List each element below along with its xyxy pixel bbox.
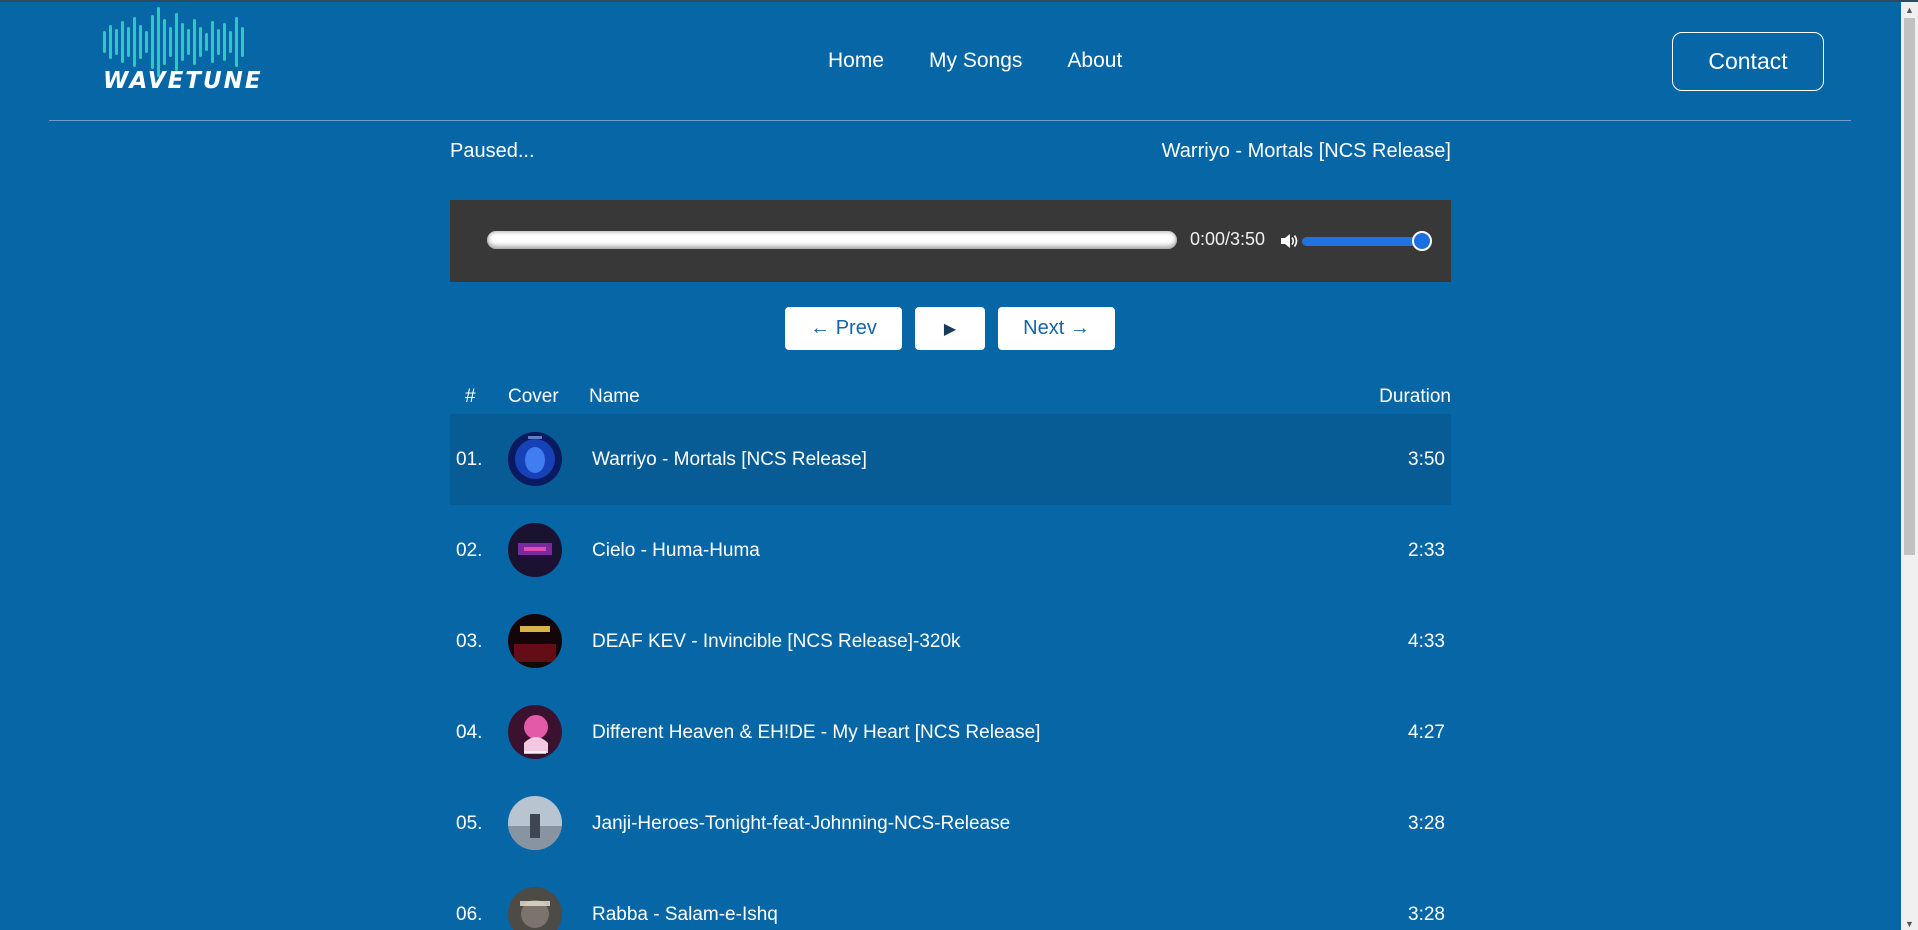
table-header: # Cover Name Duration: [450, 382, 1451, 414]
nav-my-songs[interactable]: My Songs: [929, 49, 1022, 73]
album-cover[interactable]: [508, 796, 562, 850]
playback-controls: ← Prev ▶ Next →: [785, 307, 1115, 350]
song-table: # Cover Name Duration 01. Warriyo - Mort…: [450, 382, 1451, 930]
play-button[interactable]: ▶: [915, 307, 985, 350]
scroll-thumb[interactable]: [1904, 18, 1915, 555]
album-cover[interactable]: [508, 432, 562, 486]
brand-name: WAVETUNE: [103, 68, 263, 94]
time-display: 0:00/3:50: [1190, 229, 1266, 249]
audio-player: 0:00/3:50: [450, 200, 1451, 282]
song-duration: 3:28: [1408, 904, 1445, 925]
next-button[interactable]: Next →: [998, 307, 1115, 350]
song-duration: 3:28: [1408, 813, 1445, 834]
speaker-icon[interactable]: [1278, 231, 1300, 251]
progress-bar[interactable]: [487, 231, 1177, 249]
table-row[interactable]: 01. Warriyo - Mortals [NCS Release] 3:50: [450, 414, 1451, 505]
song-duration: 4:33: [1408, 631, 1445, 652]
col-header-name: Name: [589, 386, 640, 407]
album-cover[interactable]: [508, 887, 562, 930]
row-number: 06.: [456, 904, 483, 925]
main-nav: Home My Songs About: [828, 49, 1122, 73]
song-name: Different Heaven & EH!DE - My Heart [NCS…: [592, 722, 1041, 743]
nav-home[interactable]: Home: [828, 49, 884, 73]
col-header-number: #: [465, 386, 476, 407]
song-name: DEAF KEV - Invincible [NCS Release]-320k: [592, 631, 961, 652]
page-scrollbar[interactable]: ▲ ▼: [1901, 2, 1918, 930]
site-header: WAVETUNE Home My Songs About Contact: [49, 2, 1851, 121]
volume-slider[interactable]: [1302, 237, 1420, 246]
row-number: 05.: [456, 813, 483, 834]
album-cover[interactable]: [508, 705, 562, 759]
player-status: Paused...: [450, 140, 535, 162]
song-name: Cielo - Huma-Huma: [592, 540, 760, 561]
arrow-down-icon[interactable]: ▼: [1901, 916, 1918, 930]
table-row[interactable]: 04. Different Heaven & EH!DE - My Heart …: [450, 687, 1451, 778]
song-duration: 2:33: [1408, 540, 1445, 561]
col-header-cover: Cover: [508, 386, 559, 407]
volume-slider-handle[interactable]: [1412, 231, 1432, 251]
song-name: Warriyo - Mortals [NCS Release]: [592, 449, 867, 470]
album-cover[interactable]: [508, 614, 562, 668]
row-number: 02.: [456, 540, 483, 561]
now-playing-title: Warriyo - Mortals [NCS Release]: [1161, 140, 1451, 162]
album-cover[interactable]: [508, 523, 562, 577]
nav-about[interactable]: About: [1067, 49, 1122, 73]
prev-button[interactable]: ← Prev: [785, 307, 902, 350]
col-header-duration: Duration: [1379, 386, 1451, 407]
row-number: 04.: [456, 722, 483, 743]
table-row[interactable]: 05. Janji-Heroes-Tonight-feat-Johnning-N…: [450, 778, 1451, 869]
song-name: Janji-Heroes-Tonight-feat-Johnning-NCS-R…: [592, 813, 1011, 834]
song-duration: 3:50: [1408, 449, 1445, 470]
song-duration: 4:27: [1408, 722, 1445, 743]
contact-button[interactable]: Contact: [1672, 32, 1824, 91]
row-number: 03.: [456, 631, 483, 652]
table-row[interactable]: 03. DEAF KEV - Invincible [NCS Release]-…: [450, 596, 1451, 687]
table-row[interactable]: 02. Cielo - Huma-Huma 2:33: [450, 505, 1451, 596]
table-row[interactable]: 06. Rabba - Salam-e-Ishq 3:28: [450, 869, 1451, 930]
arrow-up-icon[interactable]: ▲: [1901, 2, 1918, 18]
song-name: Rabba - Salam-e-Ishq: [592, 904, 778, 925]
row-number: 01.: [456, 449, 483, 470]
